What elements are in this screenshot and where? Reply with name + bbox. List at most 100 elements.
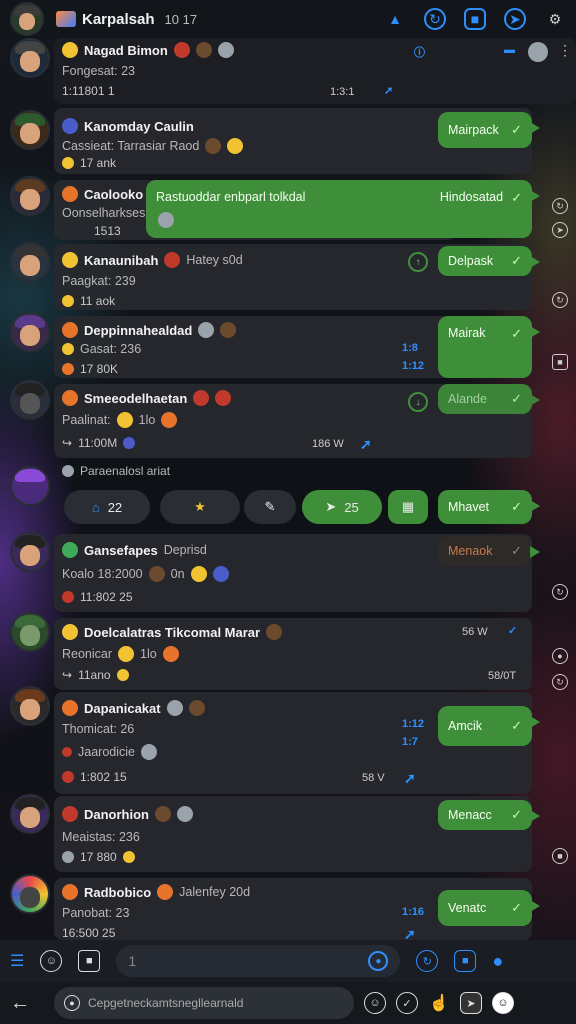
settings-icon[interactable]: ⚙ <box>544 8 566 30</box>
emoji-icon <box>217 42 234 58</box>
bubble-text: Delpask <box>448 254 494 268</box>
location-icon[interactable]: ● <box>552 648 568 664</box>
refresh-icon[interactable]: ↻ <box>552 292 568 308</box>
message-time: 1:802 15 <box>80 770 127 784</box>
check-icon: ✓ <box>511 718 522 733</box>
reaction-home[interactable]: ⌂ 22 <box>64 490 150 524</box>
reaction-star[interactable]: ★ <box>160 490 240 524</box>
bubble-text: Venatc <box>448 901 487 915</box>
emoji-icon <box>122 851 135 863</box>
avatar <box>10 242 50 282</box>
top-bar: Karpalsah 10 17 ▲ ↻ ■ ➤ ⚙ <box>0 0 576 38</box>
side-count: 1:12 <box>402 360 425 372</box>
back-icon[interactable]: ← <box>10 992 30 1015</box>
camera-icon[interactable]: ■ <box>552 354 568 370</box>
message-bubble[interactable]: Delpask ✓ <box>438 246 540 276</box>
more-icon[interactable]: ⋮ <box>558 42 572 59</box>
bubble-text: Mairpack <box>448 123 499 137</box>
profile-avatar[interactable] <box>10 2 44 36</box>
bubble-text: Menaok <box>448 544 493 558</box>
emoji-icon <box>62 465 74 477</box>
camera-icon[interactable]: ■ <box>464 8 486 30</box>
link-icon[interactable]: ↻ <box>552 674 568 690</box>
emoji-icon <box>62 806 78 822</box>
emoji-icon <box>123 437 136 449</box>
message-preview: Paagkat: 239 <box>62 274 136 288</box>
message-bubble[interactable]: Mhavet ✓ <box>438 490 540 524</box>
message-bubble[interactable]: Rastuoddar enbparl tolkdal Hindosatad ✓ <box>146 180 540 238</box>
message-bubble[interactable]: Amcik ✓ <box>438 706 540 746</box>
puzzle-icon[interactable]: ▲ <box>384 8 406 30</box>
tools-icon[interactable]: ☰ <box>10 951 24 971</box>
download-icon[interactable]: ↓ <box>408 392 428 412</box>
message-time: 1:11801 1 <box>62 84 115 98</box>
message-time: 17 80K <box>80 362 119 376</box>
message-bubble[interactable]: Menaok ✓ <box>438 536 540 566</box>
message-bubble[interactable]: Mairpack ✓ <box>438 112 540 148</box>
refresh-icon[interactable]: ↻ <box>552 584 568 600</box>
share-icon[interactable]: ➤ <box>460 992 482 1014</box>
smile-icon[interactable]: ☺ <box>364 992 386 1014</box>
emoji-icon <box>157 884 174 900</box>
attach-icon[interactable]: ■ <box>78 950 101 972</box>
like-icon[interactable]: ☝ <box>428 992 450 1014</box>
forward-icon[interactable]: ➤ <box>552 222 568 238</box>
emoji-icon <box>164 252 181 268</box>
download-icon[interactable]: ↑ <box>408 252 428 272</box>
camera-icon[interactable]: ■ <box>454 950 477 972</box>
reply-icon: ↪ <box>62 668 73 682</box>
emoji-icon <box>62 322 78 338</box>
message-preview-2: Jaarodicie <box>78 745 135 759</box>
message-input[interactable]: 1 ● <box>116 945 401 977</box>
emoji-icon <box>62 624 78 640</box>
contact-name: Smeeodelhaetan <box>84 390 188 406</box>
reaction-send[interactable]: ➤ 25 <box>302 490 382 524</box>
search-icon: ● <box>64 995 80 1011</box>
preview-tail: 1lo <box>138 413 156 427</box>
contact-name: Kanaunibah <box>84 252 159 268</box>
emoji-icon <box>62 363 74 375</box>
message-time: 17 880 <box>80 850 117 864</box>
refresh-icon[interactable]: ↻ <box>416 950 439 972</box>
message-bubble[interactable]: Venatc ✓ <box>438 890 540 926</box>
message-preview: Reonicar <box>62 647 113 661</box>
pin-icon[interactable]: ➚ <box>384 84 393 97</box>
emoji-icon <box>116 412 133 428</box>
emoji-icon <box>215 390 232 406</box>
check-icon: ✓ <box>511 122 522 137</box>
emoji-icon <box>62 851 74 863</box>
pin-icon[interactable]: ➚ <box>360 436 372 453</box>
share-icon[interactable]: ↻ <box>552 198 568 214</box>
emoji-icon <box>162 646 179 662</box>
pin-icon[interactable]: ➚ <box>404 770 416 787</box>
compass-icon[interactable]: ➤ <box>504 8 526 30</box>
emoji-icon <box>158 212 174 228</box>
check-icon: ✓ <box>511 499 522 514</box>
contact-name: Nagad Bimon <box>84 42 168 58</box>
video-icon[interactable]: ▬ <box>504 44 515 56</box>
reply-icon: ↪ <box>62 436 73 450</box>
emoji-icon <box>212 566 229 582</box>
message-bubble[interactable]: Mairak ✓ <box>438 316 540 378</box>
info-icon[interactable]: ⓘ <box>414 44 425 60</box>
emoji-icon <box>62 157 74 169</box>
check-circle-icon[interactable]: ✓ <box>396 992 418 1014</box>
profile-icon[interactable]: ☺ <box>492 992 514 1014</box>
send-icon: ➤ <box>325 499 337 514</box>
message-preview: Thomicat: 26 <box>62 722 135 736</box>
side-count: 1:12 <box>402 718 425 730</box>
search-text: Cepgetneckamtsnegllearnald <box>88 996 244 1010</box>
message-bubble[interactable]: Alande ✓ <box>438 384 540 414</box>
reaction-edit[interactable]: ✎ <box>244 490 296 524</box>
reaction-grid[interactable]: ▦ <box>388 490 428 524</box>
camera-icon[interactable]: ■ <box>552 848 568 864</box>
emoji-icon[interactable]: ☺ <box>40 950 63 972</box>
message-bubble[interactable]: Menacc ✓ <box>438 800 540 830</box>
emoji-icon <box>177 806 193 822</box>
mic-icon[interactable]: ● <box>492 951 503 972</box>
side-count: 1:16 <box>402 906 425 918</box>
refresh-icon[interactable]: ↻ <box>424 8 446 30</box>
search-bar[interactable]: ● Cepgetneckamtsnegllearnald <box>54 987 354 1019</box>
emoji-icon <box>118 646 135 662</box>
voice-icon[interactable]: ● <box>368 951 389 971</box>
